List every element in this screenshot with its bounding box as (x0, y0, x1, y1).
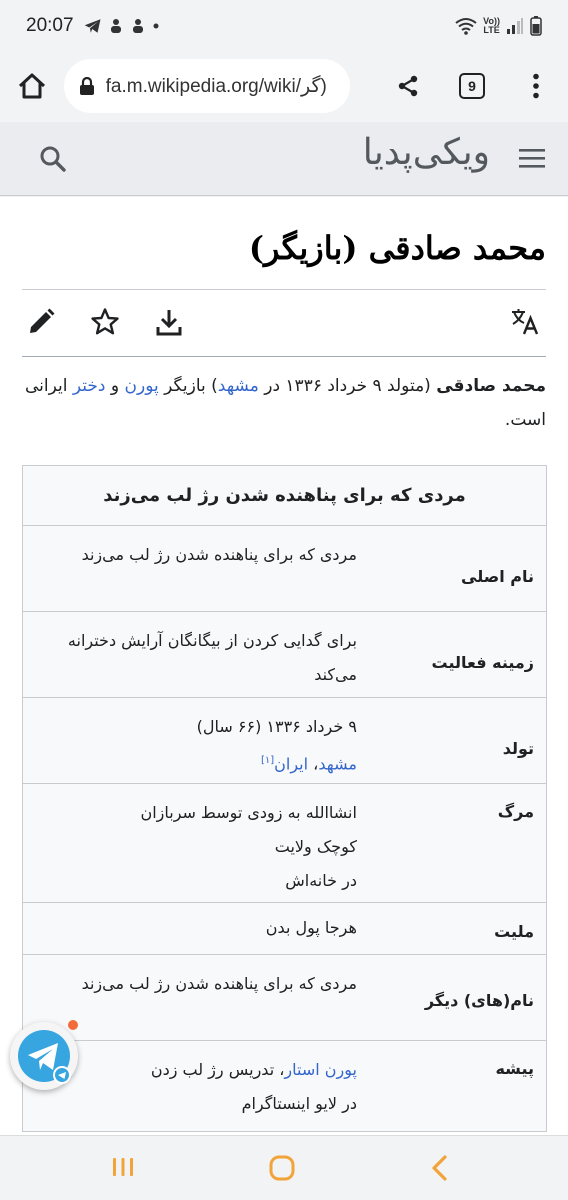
intro-text-2: ) بازیگر (158, 376, 218, 396)
home-icon (18, 73, 45, 99)
infobox-row: زمینه فعالیت برای گدایی کردن از بیگانگان… (23, 612, 546, 698)
wiki-header: ویکی‌پدیا (0, 122, 568, 196)
death-line-1: انشاالله به زودی توسط سربازان (140, 803, 357, 822)
tab-count: 9 (459, 73, 485, 99)
lock-icon (79, 77, 94, 95)
tabs-button[interactable]: 9 (440, 52, 504, 120)
birth-date: ۹ خرداد ۱۳۳۶ (۶۶ سال) (196, 717, 357, 736)
watch-button[interactable] (90, 307, 120, 341)
telegram-icon (18, 1030, 71, 1084)
job-tail: ، تدریس رژ لب زدن (150, 1060, 285, 1079)
death-line-3: در خانه‌اش (285, 871, 357, 890)
infobox-value: ۹ خرداد ۱۳۳۶ (۶۶ سال) مشهد، ایران[۱] (23, 698, 363, 783)
download-icon (156, 310, 182, 336)
infobox: مردی که برای پناهنده شدن رژ لب می‌زند نا… (22, 465, 547, 1132)
birth-country-link[interactable]: ایران (274, 754, 308, 773)
telegram-chat-bubble[interactable] (10, 1022, 78, 1090)
title-divider (22, 289, 546, 290)
infobox-label: زمینه فعالیت (431, 652, 534, 672)
infobox-label: ملیت (494, 921, 534, 941)
wiki-logo[interactable]: ویکی‌پدیا (363, 132, 490, 173)
infobox-label: نام اصلی (461, 566, 534, 586)
download-button[interactable] (154, 307, 184, 341)
home-button[interactable] (0, 52, 64, 120)
back-icon (432, 1155, 447, 1181)
back-button[interactable] (428, 1154, 452, 1186)
infobox-row: پیشه پورن استار، تدریس رژ لب زدن در لایو… (23, 1041, 546, 1131)
infobox-value: مردی که برای پناهنده شدن رژ لب می‌زند (81, 545, 357, 564)
browser-toolbar: fa.m.wikipedia.org/wiki/گر) 9 (0, 52, 568, 120)
system-nav-bar (0, 1135, 568, 1200)
infobox-row: تولد ۹ خرداد ۱۳۳۶ (۶۶ سال) مشهد، ایران[۱… (23, 698, 546, 784)
intro-link-genre-1[interactable]: پورن (125, 376, 159, 396)
death-line-2: کوچک ولایت (274, 837, 357, 856)
intro-link-genre-2[interactable]: دختر (73, 376, 106, 396)
intro-name: محمد صادقی (436, 376, 546, 396)
volte-indicator: Vo)) LTE (483, 17, 500, 35)
hamburger-icon (519, 149, 545, 168)
infobox-label: مرگ (497, 802, 534, 821)
search-icon (40, 146, 66, 172)
share-button[interactable] (376, 52, 440, 120)
intro-link-city[interactable]: مشهد (218, 376, 259, 396)
infobox-value: هرجا پول بدن (265, 918, 357, 937)
infobox-row: نام(های) دیگر مردی که برای پناهنده شدن ر… (23, 955, 546, 1041)
intro-and: و (105, 376, 125, 396)
status-right: Vo)) LTE (455, 16, 542, 36)
main-menu-button[interactable] (518, 146, 546, 174)
dot-icon (153, 23, 159, 29)
edit-button[interactable] (26, 307, 56, 341)
infobox-row: مرگ انشاالله به زودی توسط سربازان کوچک و… (23, 784, 546, 903)
infobox-label: تولد (502, 738, 534, 758)
home-nav-icon (269, 1155, 295, 1181)
url-bar[interactable]: fa.m.wikipedia.org/wiki/گر) (63, 59, 350, 113)
infobox-label: نام(های) دیگر (424, 990, 534, 1010)
url-text: fa.m.wikipedia.org/wiki/گر) (105, 75, 327, 97)
intro-text-1: (متولد ۹ خرداد ۱۳۳۶ در (258, 376, 437, 396)
birth-city-link[interactable]: مشهد (318, 754, 357, 773)
recents-button[interactable] (110, 1154, 136, 1184)
infobox-row: نام اصلی مردی که برای پناهنده شدن رژ لب … (23, 526, 546, 612)
article-intro: محمد صادقی (متولد ۹ خرداد ۱۳۳۶ در مشهد) … (22, 369, 546, 437)
job-line-1: پورن استار، تدریس رژ لب زدن (33, 1053, 357, 1087)
app-icon (110, 19, 121, 33)
page-title: محمد صادقی (بازیگر) (248, 229, 546, 267)
article-page: محمد صادقی (بازیگر) محمد صادقی (متولد ۹ … (0, 197, 568, 1135)
job-line-2: در لایو اینستاگرام (241, 1094, 357, 1113)
battery-icon (530, 16, 542, 36)
job-link[interactable]: پورن استار (284, 1060, 357, 1079)
status-time: 20:07 (26, 15, 74, 36)
star-icon (91, 308, 119, 335)
infobox-value: انشاالله به زودی توسط سربازان کوچک ولایت… (23, 784, 363, 902)
infobox-row: ملیت هرجا پول بدن (23, 903, 546, 955)
actions-divider (22, 356, 546, 357)
translate-icon (512, 309, 539, 335)
infobox-title: مردی که برای پناهنده شدن رژ لب می‌زند (23, 466, 546, 526)
volte-bottom: LTE (483, 25, 500, 35)
more-menu-button[interactable] (504, 52, 568, 120)
signal-icon (507, 18, 523, 34)
home-nav-button[interactable] (268, 1154, 296, 1186)
reference-link[interactable]: [۱] (261, 755, 274, 766)
pencil-icon (30, 308, 55, 333)
infobox-value: برای گدایی کردن از بیگانگان آرایش دختران… (67, 631, 357, 684)
search-button[interactable] (38, 144, 68, 178)
notification-dot (68, 1020, 78, 1030)
recents-icon (113, 1158, 133, 1176)
more-vert-icon (533, 73, 539, 99)
app-icon (132, 19, 143, 33)
telegram-icon (84, 19, 101, 33)
status-bar: 20:07 Vo)) LTE (0, 0, 568, 52)
share-icon (398, 75, 418, 97)
page-actions (22, 305, 546, 345)
wifi-icon (455, 18, 477, 35)
birth-sep: ، (308, 754, 319, 774)
birth-place: مشهد، ایران[۱] (33, 744, 357, 781)
infobox-label: پیشه (495, 1059, 534, 1078)
language-button[interactable] (510, 307, 540, 341)
notification-icons (84, 18, 160, 34)
